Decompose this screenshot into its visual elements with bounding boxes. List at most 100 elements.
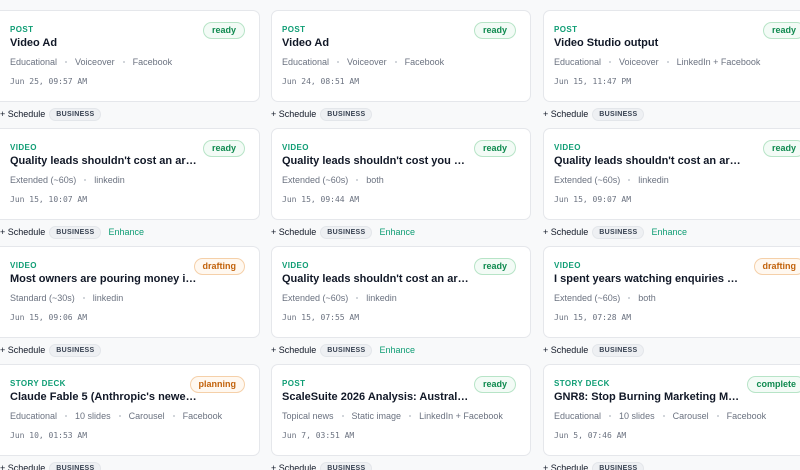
meta-separator-dot <box>409 415 412 417</box>
content-type-label: POST <box>282 25 306 34</box>
content-type-label: VIDEO <box>10 261 37 270</box>
status-badge: ready <box>202 22 245 39</box>
content-card[interactable]: VIDEO Quality leads shouldn't cost an arm… <box>543 128 800 220</box>
card-title: Video Studio output <box>554 37 659 49</box>
meta-separator-dot <box>65 61 68 63</box>
content-card[interactable]: STORY DECK GNR8: Stop Burning Marketing M… <box>543 364 800 456</box>
card-meta: Standard (~30s) linkedin <box>10 293 123 303</box>
card-timestamp: Jun 15, 07:55 AM <box>282 313 360 322</box>
schedule-button[interactable]: + Schedule <box>271 345 316 355</box>
meta-item: Educational <box>554 411 602 421</box>
content-card[interactable]: VIDEO Quality leads shouldn't cost an arm… <box>0 128 260 220</box>
meta-item: Extended (~60s) <box>282 175 349 185</box>
schedule-button[interactable]: + Schedule <box>543 109 588 119</box>
card-timestamp: Jun 10, 01:53 AM <box>10 431 88 440</box>
schedule-button[interactable]: + Schedule <box>0 227 45 237</box>
card-actions: + Schedule BUSINESS Enhance <box>271 224 415 240</box>
content-card[interactable]: POST Video Ad ready Educational Voiceover Fac… <box>0 10 260 102</box>
card-title: Quality leads shouldn't cost an arm and.… <box>282 273 470 285</box>
content-type-label: POST <box>282 379 306 388</box>
schedule-button[interactable]: + Schedule <box>271 463 316 470</box>
schedule-button[interactable]: + Schedule <box>543 345 588 355</box>
schedule-button[interactable]: + Schedule <box>0 463 45 470</box>
card-meta: Educational 10 slides Carousel Facebook <box>10 411 222 421</box>
meta-separator-dot <box>118 415 121 417</box>
schedule-button[interactable]: + Schedule <box>271 227 316 237</box>
card-meta: Extended (~60s) both <box>282 175 384 185</box>
schedule-button[interactable]: + Schedule <box>543 227 588 237</box>
content-card[interactable]: POST Video Studio output ready Educational V… <box>543 10 800 102</box>
meta-separator-dot <box>394 61 397 63</box>
content-type-label: STORY DECK <box>554 379 610 388</box>
content-card[interactable]: VIDEO Most owners are pouring money into … <box>0 246 260 338</box>
card-title: Video Ad <box>10 37 58 49</box>
status-badge: ready <box>202 140 245 157</box>
meta-separator-dot <box>356 179 359 181</box>
business-tag: BUSINESS <box>320 343 373 357</box>
card-meta: Extended (~60s) linkedin <box>554 175 669 185</box>
card-timestamp: Jun 15, 10:07 AM <box>10 195 88 204</box>
card-title: Claude Fable 5 (Anthropic's newest r... <box>10 391 198 403</box>
schedule-button[interactable]: + Schedule <box>271 109 316 119</box>
card-actions: + Schedule BUSINESS <box>543 460 645 470</box>
card-timestamp: Jun 7, 03:51 AM <box>282 431 355 440</box>
content-card[interactable]: POST Video Ad ready Educational Voiceover Fac… <box>271 10 531 102</box>
meta-item: 10 slides <box>619 411 655 421</box>
meta-item: LinkedIn + Facebook <box>676 57 761 67</box>
content-card[interactable]: STORY DECK Claude Fable 5 (Anthropic's ne… <box>0 364 260 456</box>
card-meta: Extended (~60s) both <box>554 293 656 303</box>
meta-separator-dot <box>65 415 68 417</box>
business-tag: BUSINESS <box>49 461 102 470</box>
content-card[interactable]: VIDEO Quality leads shouldn't cost an arm… <box>271 246 531 338</box>
card-actions: + Schedule BUSINESS <box>543 342 645 358</box>
meta-separator-dot <box>628 297 631 299</box>
card-title: ScaleSuite 2026 Analysis: Australian S..… <box>282 391 470 403</box>
business-tag: BUSINESS <box>592 107 645 121</box>
schedule-button[interactable]: + Schedule <box>0 109 45 119</box>
schedule-button[interactable]: + Schedule <box>0 345 45 355</box>
card-timestamp: Jun 15, 11:47 PM <box>554 77 632 86</box>
content-card[interactable]: VIDEO Quality leads shouldn't cost you yo… <box>271 128 531 220</box>
card-actions: + Schedule BUSINESS <box>0 460 102 470</box>
meta-item: Educational <box>282 57 330 67</box>
card-actions: + Schedule BUSINESS Enhance <box>543 224 687 240</box>
meta-separator-dot <box>84 179 87 181</box>
status-badge: ready <box>473 258 516 275</box>
meta-item: linkedin <box>366 293 397 303</box>
card-timestamp: Jun 15, 09:44 AM <box>282 195 360 204</box>
enhance-button[interactable]: Enhance <box>108 227 144 237</box>
meta-item: both <box>366 175 384 185</box>
card-meta: Educational Voiceover LinkedIn + Facebook <box>554 57 760 67</box>
status-badge: ready <box>762 140 800 157</box>
meta-item: Carousel <box>128 411 165 421</box>
card-actions: + Schedule BUSINESS <box>271 106 373 122</box>
meta-item: Facebook <box>132 57 173 67</box>
status-badge: drafting <box>753 258 800 275</box>
meta-item: linkedin <box>94 175 125 185</box>
card-meta: Extended (~60s) linkedin <box>282 293 397 303</box>
enhance-button[interactable]: Enhance <box>379 345 415 355</box>
meta-item: 10 slides <box>75 411 111 421</box>
status-badge: ready <box>473 376 516 393</box>
enhance-button[interactable]: Enhance <box>379 227 415 237</box>
content-card-grid: POST Video Ad ready Educational Voiceover Fac… <box>0 0 800 470</box>
meta-separator-dot <box>82 297 85 299</box>
meta-item: Facebook <box>404 57 445 67</box>
schedule-button[interactable]: + Schedule <box>543 463 588 470</box>
card-meta: Educational 10 slides Carousel Facebook <box>554 411 766 421</box>
business-tag: BUSINESS <box>320 107 373 121</box>
content-card[interactable]: VIDEO I spent years watching enquiries go… <box>543 246 800 338</box>
card-title: Most owners are pouring money into l... <box>10 273 198 285</box>
content-type-label: STORY DECK <box>10 379 66 388</box>
card-timestamp: Jun 25, 09:57 AM <box>10 77 88 86</box>
enhance-button[interactable]: Enhance <box>651 227 687 237</box>
card-title: Quality leads shouldn't cost an arm and.… <box>10 155 198 167</box>
content-card[interactable]: POST ScaleSuite 2026 Analysis: Australian… <box>271 364 531 456</box>
content-type-label: VIDEO <box>282 143 309 152</box>
business-tag: BUSINESS <box>49 107 102 121</box>
card-timestamp: Jun 15, 09:07 AM <box>554 195 632 204</box>
business-tag: BUSINESS <box>592 461 645 470</box>
meta-separator-dot <box>337 61 340 63</box>
business-tag: BUSINESS <box>592 225 645 239</box>
meta-item: linkedin <box>92 293 124 303</box>
